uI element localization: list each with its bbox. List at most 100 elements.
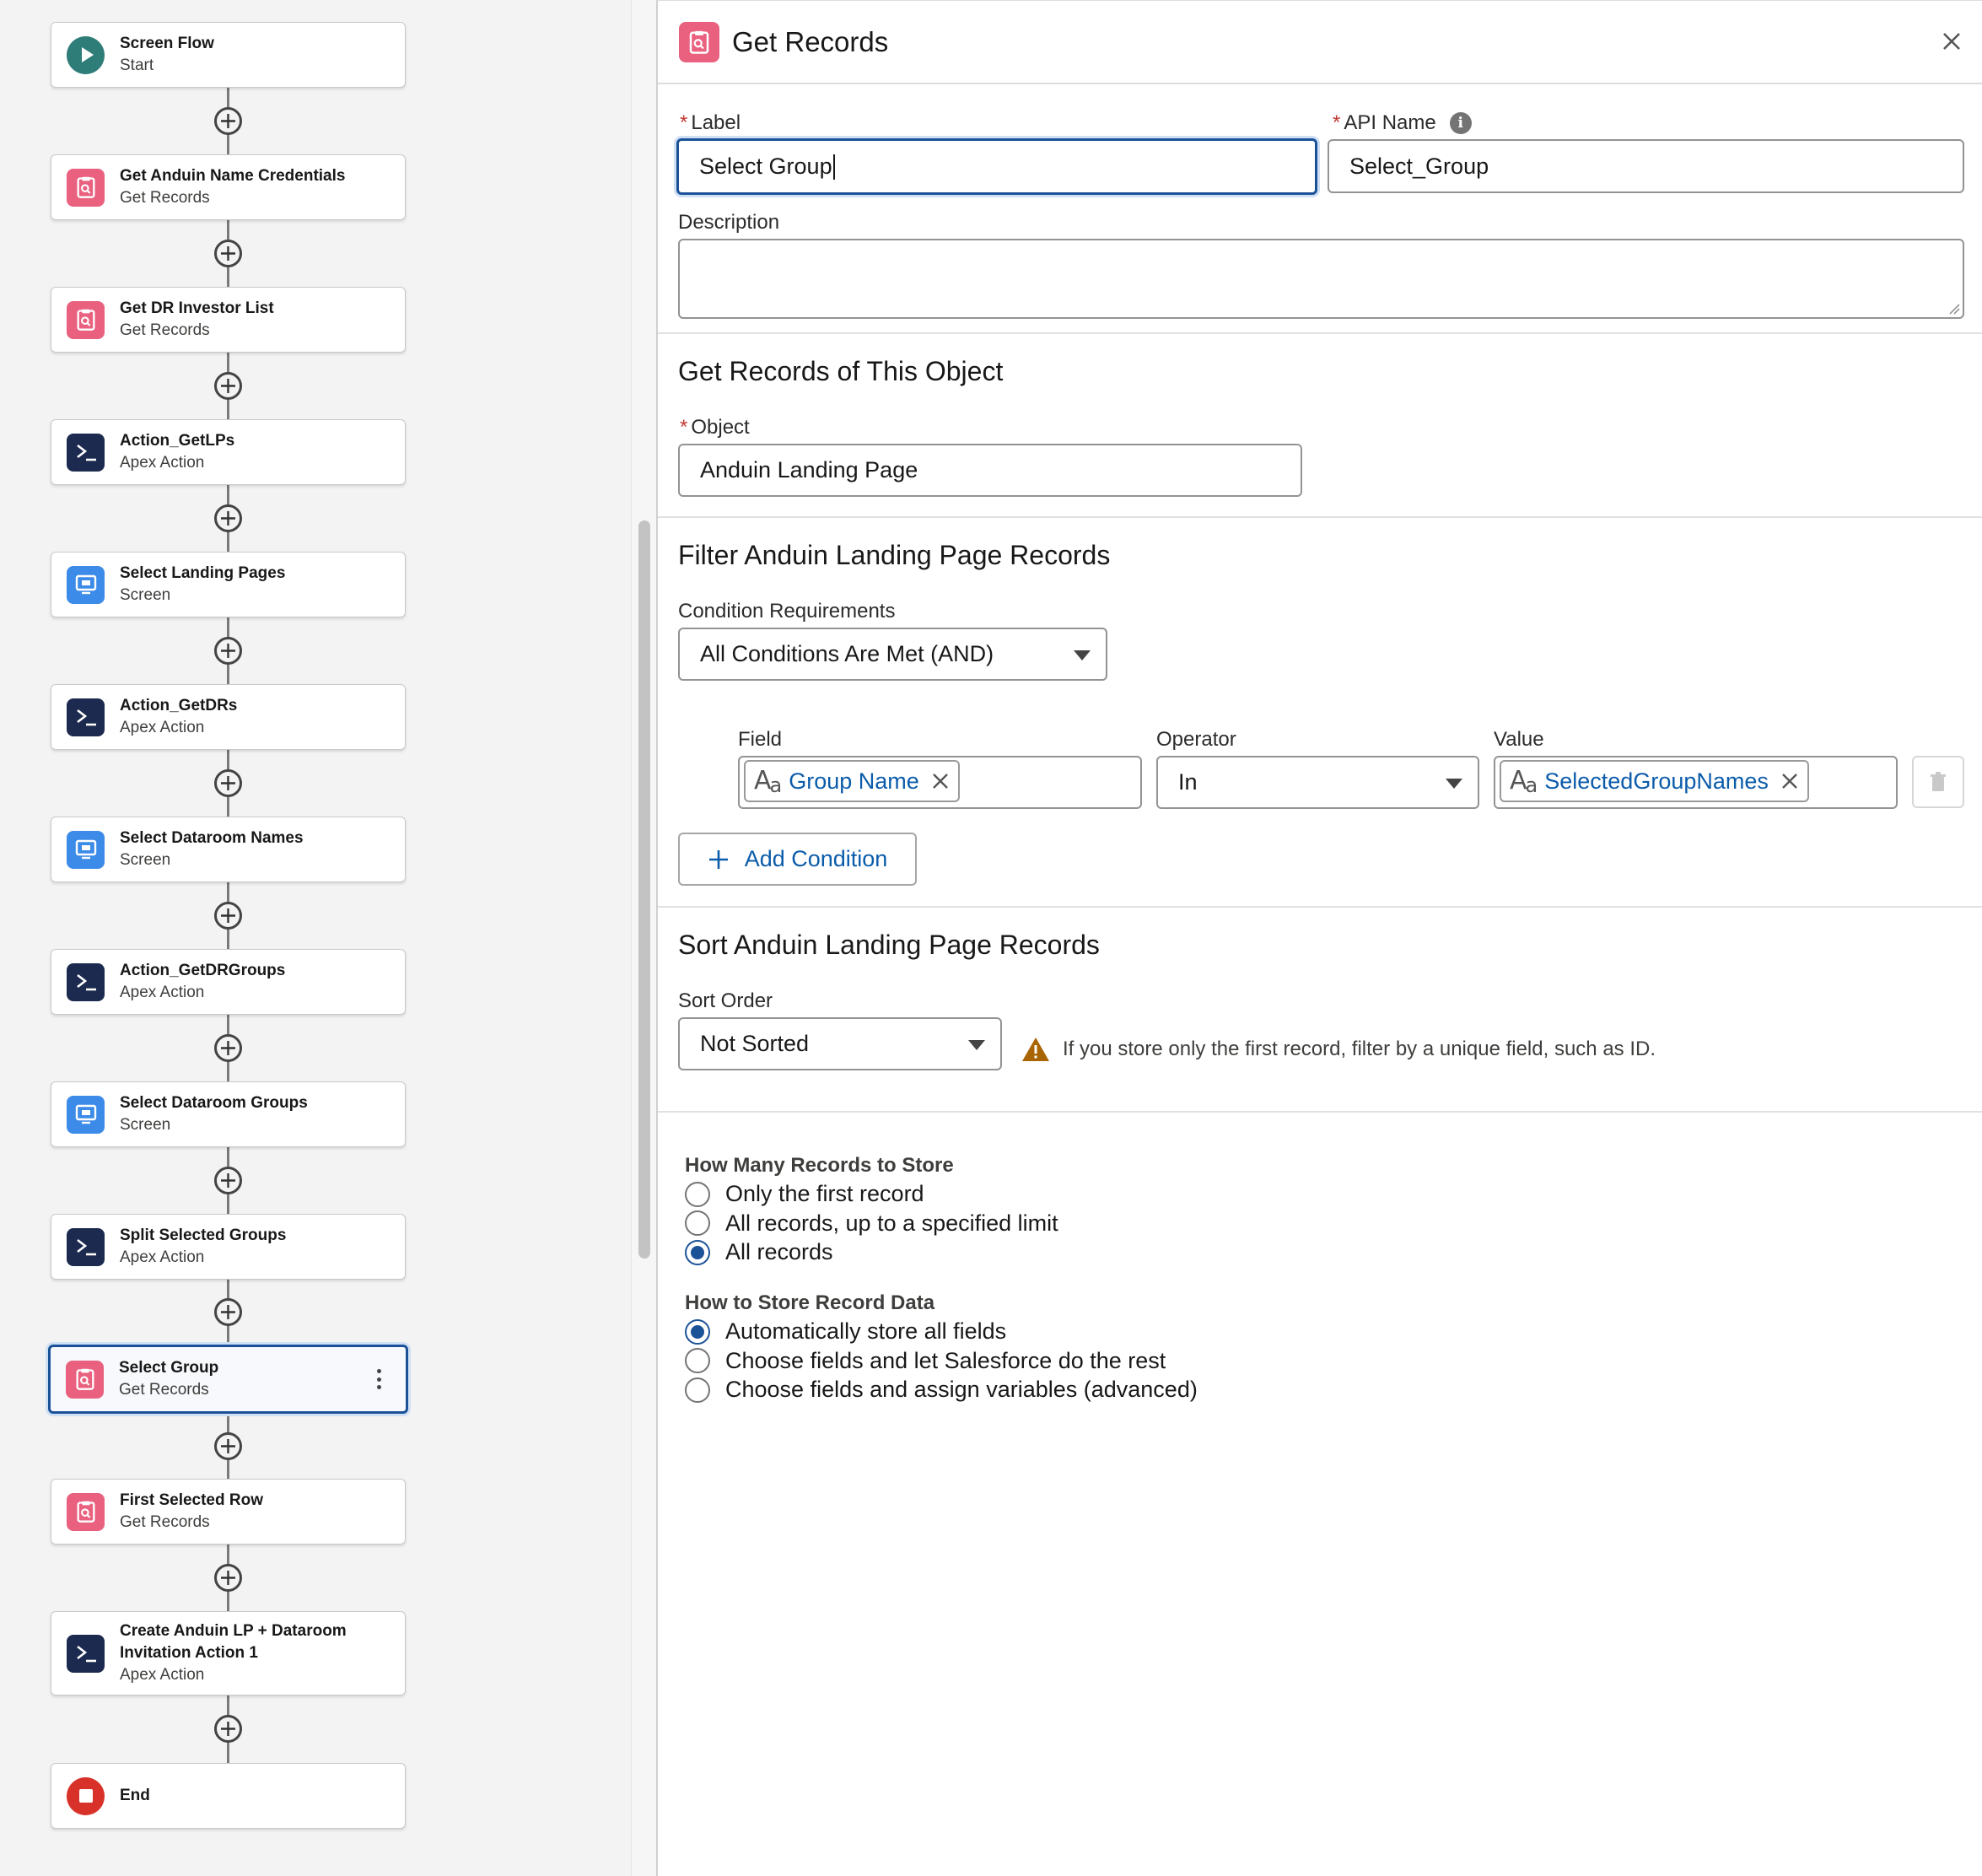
add-condition-button[interactable]: Add Condition [678,833,917,886]
canvas-scrollbar[interactable] [631,0,656,1876]
radio-label: Only the first record [725,1181,924,1206]
add-element-button[interactable] [214,1432,242,1460]
flow-node-select-group[interactable]: Select Group Get Records [48,1345,408,1414]
node-title-line2: Invitation Action 1 [120,1644,258,1662]
condition-requirements-select[interactable]: All Conditions Are Met (AND) [678,628,1107,681]
how-many-records-title: How Many Records to Store [685,1154,954,1177]
info-icon[interactable]: i [1449,112,1472,134]
warning-icon [1022,1038,1049,1061]
node-type: Screen [120,851,171,869]
condition-requirements-label: Condition Requirements [678,600,896,623]
screen-icon [67,830,105,869]
get-records-icon [67,1492,105,1531]
plus-icon [221,511,235,526]
flow-node-get-anduin-name-credentials[interactable]: Get Anduin Name Credentials Get Records [51,154,406,220]
chevron-down-icon [1074,650,1091,660]
add-element-button[interactable] [214,107,242,135]
node-title: Split Selected Groups [120,1226,287,1244]
add-element-button[interactable] [214,1034,242,1062]
node-type: Get Records [119,1381,209,1399]
remove-icon[interactable] [1780,772,1799,790]
add-element-button[interactable] [214,372,242,400]
description-label: Description [678,211,780,234]
radio-button[interactable] [685,1210,710,1236]
how-store-option[interactable]: Choose fields and let Salesforce do the … [685,1348,1166,1374]
flow-node-select-landing-pages[interactable]: Select Landing Pages Screen [51,552,406,617]
apex-action-icon [67,433,105,472]
flow-node-get-dr-investor-list[interactable]: Get DR Investor List Get Records [51,287,406,353]
flow-node-select-dataroom-names[interactable]: Select Dataroom Names Screen [51,817,406,882]
description-textarea[interactable] [678,239,1964,319]
resize-handle-icon[interactable] [1948,303,1960,315]
delete-condition-button[interactable] [1912,756,1964,808]
panel-title: Get Records [732,26,889,57]
flow-node-first-selected-row[interactable]: First Selected Row Get Records [51,1479,406,1544]
add-element-button[interactable] [214,1167,242,1194]
operator-select[interactable]: In [1156,756,1479,809]
label-input[interactable]: Select Group [676,138,1317,195]
text-type-icon: Aa [754,765,782,797]
node-title: Select Dataroom Groups [120,1094,308,1112]
how-many-option[interactable]: All records, up to a specified limit [685,1210,1058,1237]
sort-section-title: Sort Anduin Landing Page Records [678,930,1100,960]
flow-node-action-getlps[interactable]: Action_GetLPs Apex Action [51,419,406,485]
add-element-button[interactable] [214,240,242,267]
radio-button[interactable] [685,1377,710,1403]
start-icon [67,35,105,74]
flow-node-action-getdrgroups[interactable]: Action_GetDRGroups Apex Action [51,949,406,1015]
flow-node-end[interactable]: End [51,1763,406,1829]
get-records-icon [67,168,105,207]
node-title: Screen Flow [120,35,214,52]
flow-node-action-getdrs[interactable]: Action_GetDRs Apex Action [51,684,406,750]
flow-node-create-anduin-lp-dataroom[interactable]: Create Anduin LP + Dataroom Invitation Ac… [51,1611,406,1695]
node-type: Get Records [120,1513,210,1531]
field-pill[interactable]: Aa Group Name [744,760,960,802]
value-pill[interactable]: Aa SelectedGroupNames [1500,760,1809,802]
node-title: End [120,1787,150,1804]
section-divider [658,516,1982,518]
scrollbar-thumb[interactable] [638,520,650,1259]
section-divider [658,906,1982,908]
plus-icon [221,1041,235,1055]
node-type: Start [120,57,154,74]
add-element-button[interactable] [214,504,242,532]
add-element-button[interactable] [214,769,242,797]
object-input[interactable]: Anduin Landing Page [678,444,1302,497]
node-type: Apex Action [120,984,205,1001]
radio-button[interactable] [685,1181,710,1207]
node-title: Create Anduin LP + Dataroom [120,1622,347,1640]
how-store-option[interactable]: Automatically store all fields [685,1318,1006,1345]
remove-icon[interactable] [931,772,950,790]
get-records-icon [679,22,719,62]
node-title: Select Dataroom Names [120,829,304,847]
add-element-button[interactable] [214,1715,242,1743]
node-type: Apex Action [120,719,205,736]
node-title: Select Group [119,1359,219,1377]
node-type: Apex Action [120,1666,205,1684]
add-element-button[interactable] [214,1564,242,1592]
how-store-title: How to Store Record Data [685,1291,935,1314]
sort-order-select[interactable]: Not Sorted [678,1017,1002,1070]
plus-icon [221,908,235,923]
node-title: Select Landing Pages [120,564,286,582]
flow-node-split-selected-groups[interactable]: Split Selected Groups Apex Action [51,1214,406,1280]
api-name-input[interactable]: Select_Group [1328,139,1964,193]
sort-warning-text: If you store only the first record, filt… [1063,1038,1656,1060]
sort-order-label: Sort Order [678,989,773,1012]
radio-button[interactable] [685,1318,710,1345]
add-element-button[interactable] [214,902,242,930]
add-element-button[interactable] [214,1298,242,1326]
radio-button[interactable] [685,1239,710,1265]
add-element-button[interactable] [214,637,242,665]
node-type: Apex Action [120,1248,205,1266]
how-store-option[interactable]: Choose fields and assign variables (adva… [685,1377,1198,1403]
more-actions-icon[interactable] [377,1369,382,1389]
flow-node-select-dataroom-groups[interactable]: Select Dataroom Groups Screen [51,1081,406,1147]
filter-section-title: Filter Anduin Landing Page Records [678,540,1111,570]
flow-node-screen-flow[interactable]: Screen Flow Start [51,22,406,88]
value-pill-label: SelectedGroupNames [1544,768,1769,794]
how-many-option[interactable]: All records [685,1239,833,1265]
radio-button[interactable] [685,1348,710,1373]
how-many-option[interactable]: Only the first record [685,1181,924,1207]
close-icon[interactable] [1940,30,1963,53]
